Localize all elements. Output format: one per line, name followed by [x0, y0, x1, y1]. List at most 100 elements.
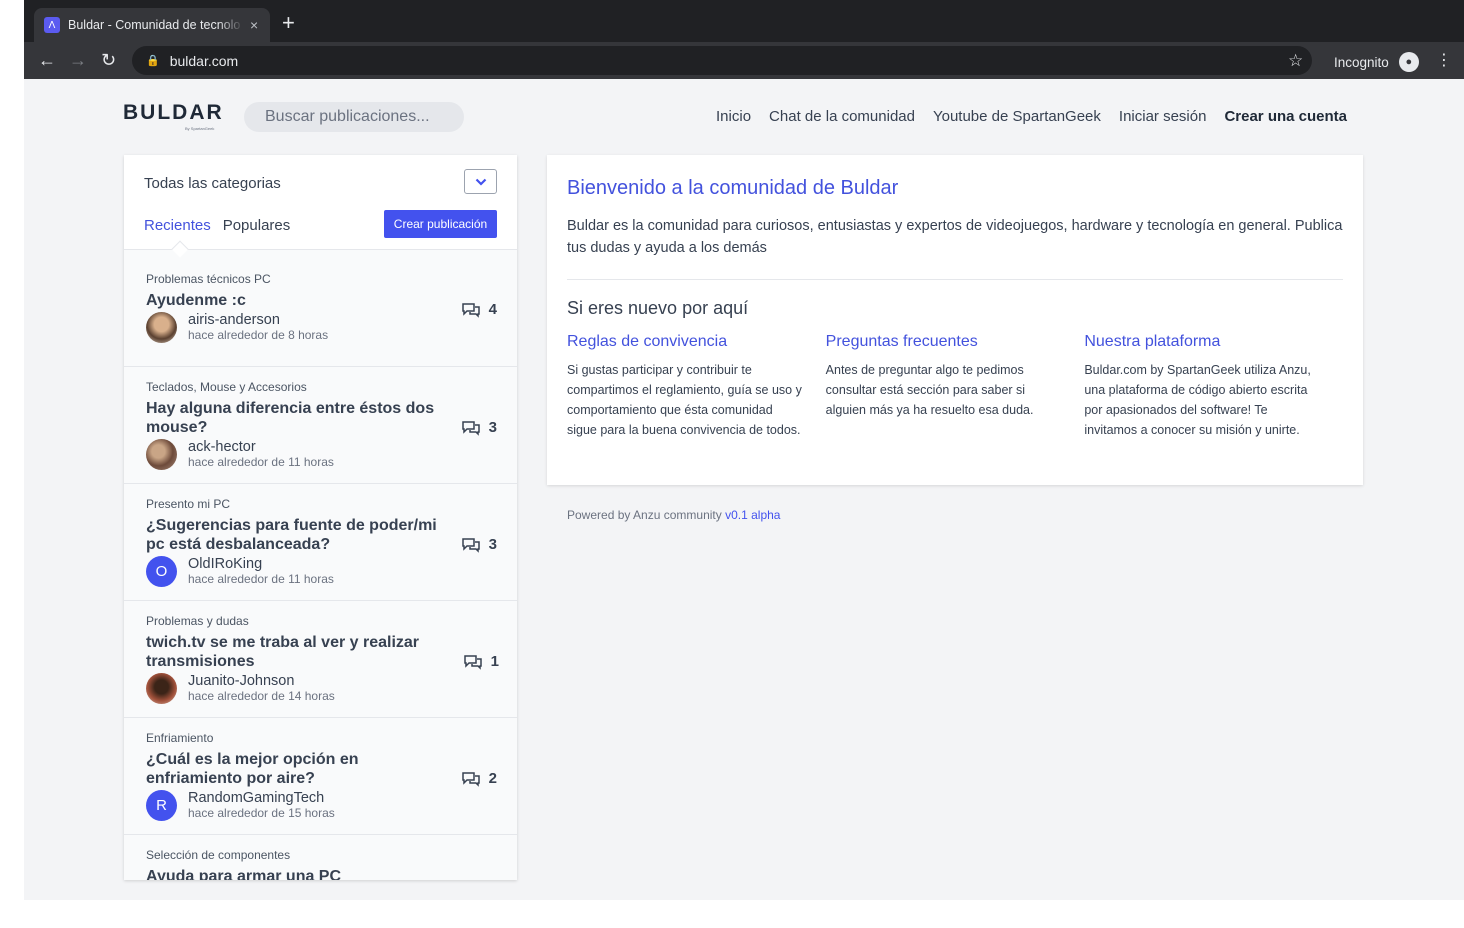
bookmark-star-icon[interactable]: ☆ — [1288, 51, 1303, 71]
comments-icon — [461, 771, 480, 787]
author-name[interactable]: ack-hector — [188, 440, 334, 455]
incognito-icon: ● — [1398, 52, 1419, 72]
site-header: BULDAR By SpartanGeek Inicio Chat de la … — [24, 79, 1464, 155]
info-columns: Reglas de convivencia Si gustas particip… — [567, 333, 1343, 440]
post-title[interactable]: Hay alguna diferencia entre éstos dos mo… — [146, 399, 441, 437]
post-title[interactable]: twich.tv se me traba al ver y realizar t… — [146, 633, 441, 671]
logo-subtext: By SpartanGeek — [185, 126, 215, 131]
tab-title: Buldar - Comunidad de tecnolo — [68, 18, 241, 32]
posts-panel-header: Todas las categorias Recientes Populares… — [124, 155, 517, 258]
welcome-card: Bienvenido a la comunidad de Buldar Buld… — [547, 155, 1363, 485]
post-title[interactable]: ¿Cuál es la mejor opción en enfriamiento… — [146, 750, 441, 788]
address-bar[interactable]: 🔒 buldar.com — [132, 46, 1312, 75]
reload-icon[interactable]: ↻ — [101, 50, 116, 70]
browser-tab[interactable]: Λ Buldar - Comunidad de tecnolo × — [34, 8, 270, 42]
info-column-platform: Nuestra plataforma Buldar.com by Spartan… — [1084, 333, 1343, 440]
rules-link[interactable]: Reglas de convivencia — [567, 333, 806, 351]
list-item[interactable]: Problemas técnicos PC Ayudenme :c airis-… — [124, 250, 517, 367]
tab-populares[interactable]: Populares — [223, 217, 291, 234]
list-item[interactable]: Teclados, Mouse y Accesorios Hay alguna … — [124, 367, 517, 484]
nav-inicio[interactable]: Inicio — [716, 108, 751, 125]
post-category[interactable]: Teclados, Mouse y Accesorios — [146, 380, 495, 394]
back-arrow-icon[interactable]: ← — [38, 50, 56, 70]
buldar-logo[interactable]: BULDAR By SpartanGeek — [123, 101, 224, 131]
post-author: airis-anderson hace alrededor de 8 horas — [146, 312, 495, 343]
url-text: buldar.com — [169, 52, 239, 69]
avatar[interactable] — [146, 439, 177, 470]
top-navigation: Inicio Chat de la comunidad Youtube de S… — [716, 108, 1347, 125]
comment-count-value: 2 — [488, 770, 497, 787]
nav-youtube[interactable]: Youtube de SpartanGeek — [933, 108, 1101, 125]
avatar[interactable] — [146, 312, 177, 343]
post-time: hace alrededor de 11 horas — [188, 455, 334, 469]
author-name[interactable]: Juanito-Johnson — [188, 674, 335, 689]
info-column-rules: Reglas de convivencia Si gustas particip… — [567, 333, 826, 440]
post-title[interactable]: Ayudenme :c — [146, 291, 441, 310]
comment-count: 4 — [461, 301, 497, 318]
author-name[interactable]: RandomGamingTech — [188, 791, 335, 806]
lock-icon: 🔒 — [146, 55, 160, 67]
post-author: O OldIRoKing hace alrededor de 11 horas — [146, 556, 495, 587]
list-item[interactable]: Selección de componentes Ayuda para arma… — [124, 835, 517, 880]
comments-icon — [463, 654, 482, 670]
welcome-title: Bienvenido a la comunidad de Buldar — [567, 177, 899, 199]
category-dropdown-button[interactable] — [464, 169, 497, 194]
nav-crear-cuenta[interactable]: Crear una cuenta — [1224, 108, 1347, 125]
nav-chat-comunidad[interactable]: Chat de la comunidad — [769, 108, 915, 125]
faq-text: Antes de preguntar algo te pedimos consu… — [825, 363, 1034, 417]
incognito-label: Incognito — [1334, 54, 1389, 70]
posts-tabs: Recientes Populares — [144, 217, 290, 234]
search-input[interactable] — [244, 102, 464, 132]
list-item[interactable]: Presento mi PC ¿Sugerencias para fuente … — [124, 484, 517, 601]
post-category[interactable]: Problemas y dudas — [146, 614, 495, 628]
tab-close-icon[interactable]: × — [250, 17, 258, 33]
author-name[interactable]: airis-anderson — [188, 313, 328, 328]
menu-kebab-icon[interactable]: ⋮ — [1436, 50, 1452, 70]
post-title[interactable]: Ayuda para armar una PC — [146, 867, 441, 880]
rules-text: Si gustas participar y contribuir te com… — [567, 363, 802, 437]
welcome-intro: Buldar es la comunidad para curiosos, en… — [567, 218, 1343, 256]
post-time: hace alrededor de 11 horas — [188, 572, 334, 586]
version-link[interactable]: v0.1 alpha — [725, 508, 780, 522]
post-category[interactable]: Enfriamiento — [146, 731, 495, 745]
post-time: hace alrededor de 15 horas — [188, 806, 335, 820]
comment-count: 1 — [463, 653, 499, 670]
comment-count-value: 3 — [488, 536, 497, 553]
platform-link[interactable]: Nuestra plataforma — [1084, 333, 1323, 351]
post-time: hace alrededor de 14 horas — [188, 689, 335, 703]
comments-icon — [461, 302, 480, 318]
author-name[interactable]: OldIRoKing — [188, 557, 334, 572]
nav-iniciar-sesion[interactable]: Iniciar sesión — [1119, 108, 1207, 125]
create-post-button[interactable]: Crear publicación — [384, 210, 497, 238]
comments-icon — [461, 420, 480, 436]
faq-link[interactable]: Preguntas frecuentes — [826, 333, 1065, 351]
incognito-indicator[interactable]: Incognito ● — [1334, 52, 1419, 72]
post-author: Juanito-Johnson hace alrededor de 14 hora… — [146, 673, 495, 704]
post-category[interactable]: Selección de componentes — [146, 848, 495, 862]
post-author: ack-hector hace alrededor de 11 horas — [146, 439, 495, 470]
buldar-favicon-icon: Λ — [44, 17, 60, 33]
comment-count-value: 3 — [488, 419, 497, 436]
posts-list: Problemas técnicos PC Ayudenme :c airis-… — [124, 250, 517, 880]
forward-arrow-icon[interactable]: → — [69, 50, 87, 70]
avatar[interactable]: O — [146, 556, 177, 587]
avatar[interactable] — [146, 673, 177, 704]
comment-count: 3 — [461, 536, 497, 553]
chevron-down-icon — [475, 178, 486, 186]
post-category[interactable]: Presento mi PC — [146, 497, 495, 511]
post-category[interactable]: Problemas técnicos PC — [146, 272, 495, 286]
new-tab-icon[interactable]: + — [282, 12, 295, 34]
powered-by-text: Powered by Anzu community — [567, 508, 722, 522]
browser-window: Λ Buldar - Comunidad de tecnolo × + ← → … — [24, 0, 1464, 900]
tab-recientes[interactable]: Recientes — [144, 217, 211, 234]
info-column-faq: Preguntas frecuentes Antes de preguntar … — [826, 333, 1085, 440]
list-item[interactable]: Problemas y dudas twich.tv se me traba a… — [124, 601, 517, 718]
list-item[interactable]: Enfriamiento ¿Cuál es la mejor opción en… — [124, 718, 517, 835]
comment-count: 3 — [461, 419, 497, 436]
comments-icon — [461, 537, 480, 553]
post-time: hace alrededor de 8 horas — [188, 328, 329, 342]
avatar[interactable]: R — [146, 790, 177, 821]
post-author: R RandomGamingTech hace alrededor de 15 h… — [146, 790, 495, 821]
post-title[interactable]: ¿Sugerencias para fuente de poder/mi pc … — [146, 516, 441, 554]
comment-count-value: 4 — [488, 301, 497, 318]
